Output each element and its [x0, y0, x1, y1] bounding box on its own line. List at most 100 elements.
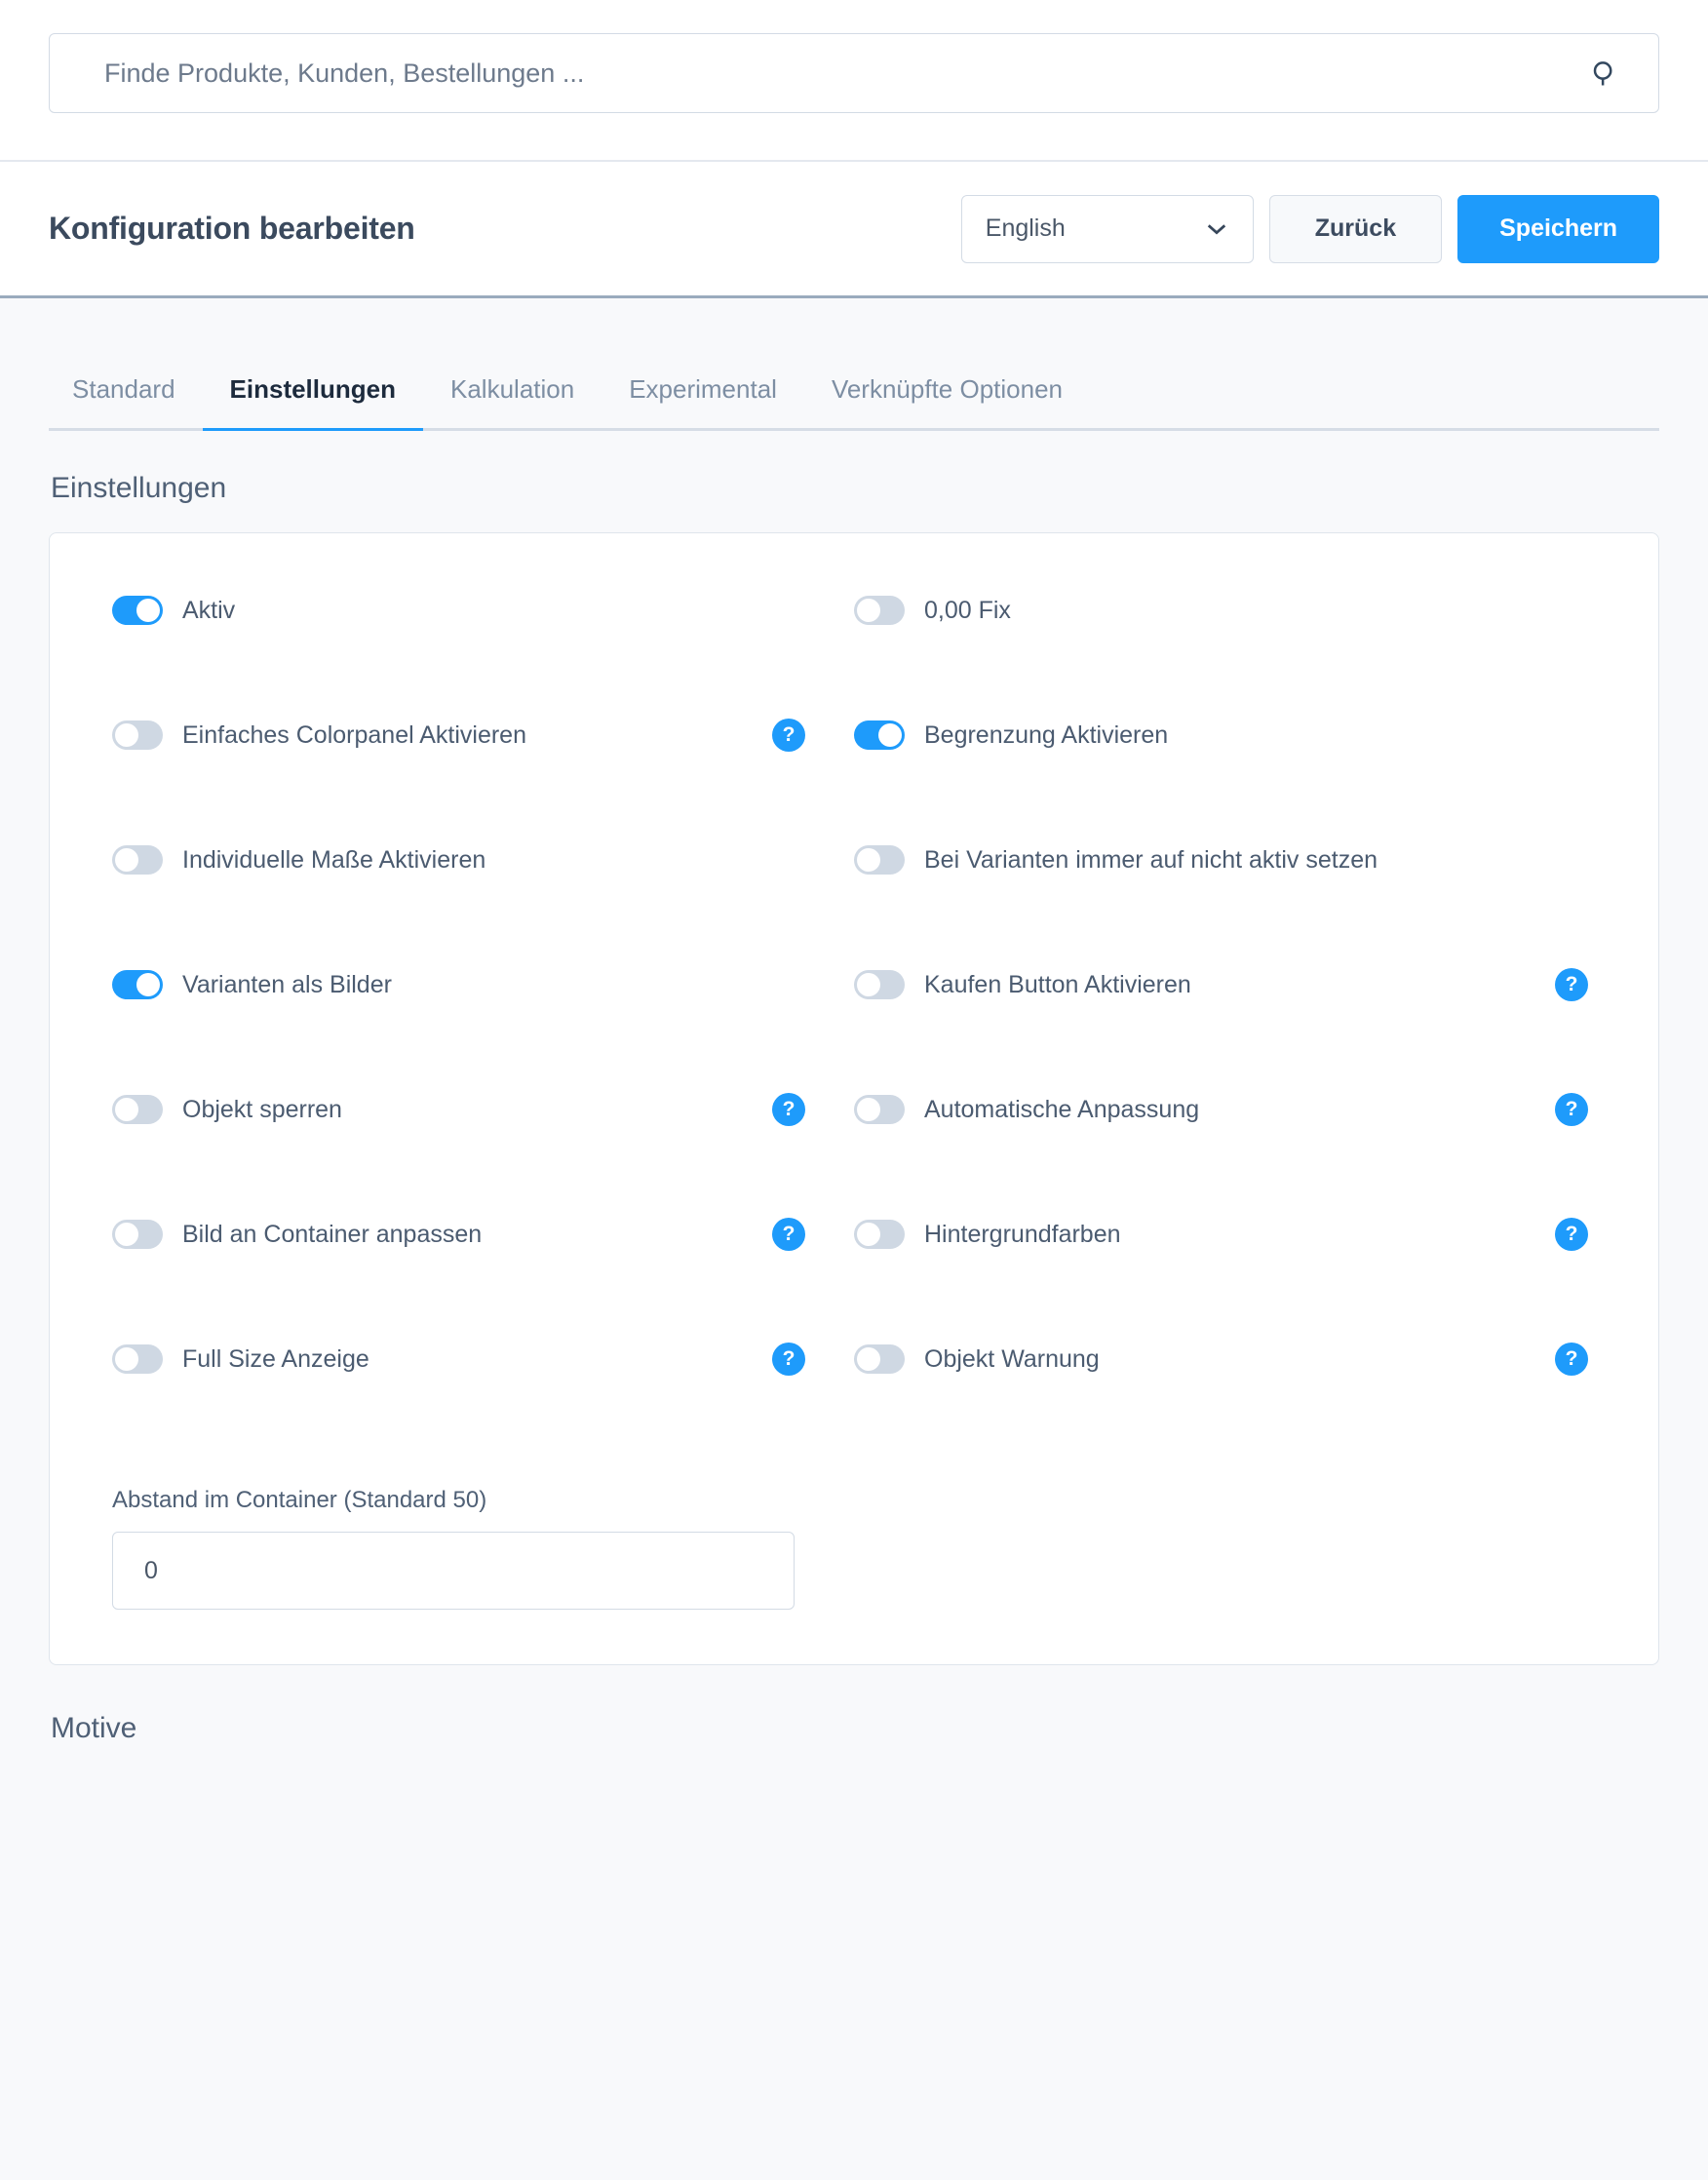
- bottom-section-heading: Motive: [51, 1712, 137, 1744]
- spacing-field-group: Abstand im Container (Standard 50): [112, 1487, 1596, 1610]
- help-icon[interactable]: ?: [1555, 968, 1588, 1001]
- toggle-label: Individuelle Maße Aktivieren: [182, 845, 486, 874]
- toggle-knob: [136, 599, 160, 622]
- help-icon[interactable]: ?: [1555, 1093, 1588, 1126]
- tab-bar: Standard Einstellungen Kalkulation Exper…: [49, 374, 1659, 431]
- settings-toggle-cell-right: Begrenzung Aktivieren: [854, 720, 1596, 750]
- tab-experimental[interactable]: Experimental: [602, 374, 804, 428]
- header-actions: English Zurück Speichern: [960, 194, 1659, 263]
- toggle-switch[interactable]: [112, 1095, 163, 1124]
- toggle-group: Bild an Container anpassen: [112, 1220, 482, 1249]
- settings-toggle-grid: Aktiv 0,00 Fix Einfaches Colorpanel Aktivi…: [112, 596, 1596, 1469]
- toggle-label: Full Size Anzeige: [182, 1344, 369, 1373]
- tab-kalkulation[interactable]: Kalkulation: [423, 374, 602, 428]
- toggle-knob: [857, 848, 880, 872]
- toggle-label: Bild an Container anpassen: [182, 1220, 483, 1248]
- search-input[interactable]: [50, 34, 1658, 112]
- toggle-knob: [115, 723, 138, 747]
- help-icon[interactable]: ?: [1555, 1343, 1588, 1376]
- toggle-switch[interactable]: [854, 1095, 905, 1124]
- settings-toggle-cell-right: Objekt Warnung?: [854, 1343, 1596, 1376]
- settings-toggle-cell-left: Full Size Anzeige?: [112, 1343, 854, 1376]
- toggle-group: 0,00 Fix: [854, 596, 1011, 625]
- language-select-value: English: [985, 214, 1066, 242]
- toggle-group: Individuelle Maße Aktivieren: [112, 845, 485, 875]
- toggle-group: Objekt sperren: [112, 1095, 342, 1124]
- toggle-label: Automatische Anpassung: [924, 1095, 1200, 1123]
- settings-toggle-cell-left: Einfaches Colorpanel Aktivieren?: [112, 719, 854, 752]
- toggle-switch[interactable]: [854, 970, 905, 999]
- page-header: Konfiguration bearbeiten English Zurück …: [0, 162, 1708, 298]
- settings-toggle-cell-right: Kaufen Button Aktivieren?: [854, 968, 1596, 1001]
- toggle-switch[interactable]: [112, 970, 163, 999]
- toggle-group: Varianten als Bilder: [112, 970, 392, 999]
- toggle-knob: [857, 1098, 880, 1121]
- toggle-switch[interactable]: [854, 845, 905, 875]
- settings-toggle-cell-left: Bild an Container anpassen?: [112, 1218, 854, 1251]
- toggle-group: Full Size Anzeige: [112, 1344, 369, 1374]
- spacing-input[interactable]: [112, 1532, 795, 1610]
- toggle-group: Einfaches Colorpanel Aktivieren: [112, 720, 526, 750]
- toggle-group: Hintergrundfarben: [854, 1220, 1121, 1249]
- toggle-group: Objekt Warnung: [854, 1344, 1100, 1374]
- toggle-label: Varianten als Bilder: [182, 970, 392, 998]
- help-icon[interactable]: ?: [772, 1218, 805, 1251]
- toggle-switch[interactable]: [112, 720, 163, 750]
- toggle-label: Kaufen Button Aktivieren: [924, 970, 1191, 998]
- toggle-knob: [136, 973, 160, 996]
- settings-toggle-cell-right: 0,00 Fix: [854, 596, 1596, 625]
- toggle-label: Einfaches Colorpanel Aktivieren: [182, 720, 526, 749]
- settings-toggle-cell-right: Hintergrundfarben?: [854, 1218, 1596, 1251]
- toggle-label: Bei Varianten immer auf nicht aktiv setz…: [924, 845, 1378, 874]
- back-button[interactable]: Zurück: [1268, 194, 1443, 263]
- global-search-bar: [0, 0, 1708, 162]
- toggle-label: 0,00 Fix: [924, 596, 1011, 624]
- toggle-knob: [115, 848, 138, 872]
- help-icon[interactable]: ?: [772, 1093, 805, 1126]
- settings-toggle-cell-right: Bei Varianten immer auf nicht aktiv setz…: [854, 845, 1596, 875]
- toggle-knob: [857, 599, 880, 622]
- section-heading: Einstellungen: [51, 472, 227, 504]
- settings-toggle-cell-left: Individuelle Maße Aktivieren: [112, 845, 854, 875]
- help-icon[interactable]: ?: [1555, 1218, 1588, 1251]
- toggle-label: Hintergrundfarben: [924, 1220, 1121, 1248]
- toggle-label: Objekt Warnung: [924, 1344, 1100, 1373]
- settings-card: Aktiv 0,00 Fix Einfaches Colorpanel Aktivi…: [49, 532, 1659, 1665]
- main-content: Standard Einstellungen Kalkulation Exper…: [0, 374, 1708, 1745]
- help-icon[interactable]: ?: [772, 719, 805, 752]
- settings-toggle-cell-left: Varianten als Bilder: [112, 970, 854, 999]
- tab-standard[interactable]: Standard: [49, 374, 203, 428]
- toggle-switch[interactable]: [854, 720, 905, 750]
- settings-toggle-row: Einfaches Colorpanel Aktivieren? Begrenzu…: [112, 719, 1596, 845]
- toggle-switch[interactable]: [112, 1220, 163, 1249]
- search-box[interactable]: [49, 33, 1659, 113]
- toggle-group: Begrenzung Aktivieren: [854, 720, 1168, 750]
- settings-toggle-row: Individuelle Maße Aktivieren Bei Variante…: [112, 845, 1596, 970]
- settings-toggle-cell-left: Objekt sperren?: [112, 1093, 854, 1126]
- toggle-knob: [878, 723, 902, 747]
- toggle-knob: [115, 1098, 138, 1121]
- settings-toggle-row: Full Size Anzeige? Objekt Warnung?: [112, 1343, 1596, 1469]
- settings-toggle-cell-right: Automatische Anpassung?: [854, 1093, 1596, 1126]
- toggle-knob: [115, 1347, 138, 1371]
- toggle-switch[interactable]: [854, 1344, 905, 1374]
- tab-verknuepfte-optionen[interactable]: Verknüpfte Optionen: [804, 374, 1090, 428]
- toggle-knob: [115, 1223, 138, 1246]
- toggle-label: Aktiv: [182, 596, 236, 624]
- help-icon[interactable]: ?: [772, 1343, 805, 1376]
- toggle-switch[interactable]: [854, 596, 905, 625]
- toggle-knob: [857, 973, 880, 996]
- toggle-label: Begrenzung Aktivieren: [924, 720, 1169, 749]
- toggle-switch[interactable]: [112, 1344, 163, 1374]
- toggle-switch[interactable]: [112, 845, 163, 875]
- tab-einstellungen[interactable]: Einstellungen: [202, 374, 424, 431]
- language-select[interactable]: English: [960, 194, 1254, 263]
- settings-toggle-row: Bild an Container anpassen? Hintergrundfa…: [112, 1218, 1596, 1344]
- toggle-knob: [857, 1223, 880, 1246]
- toggle-group: Kaufen Button Aktivieren: [854, 970, 1191, 999]
- save-button[interactable]: Speichern: [1457, 194, 1659, 263]
- toggle-switch[interactable]: [112, 596, 163, 625]
- settings-toggle-row: Aktiv 0,00 Fix: [112, 596, 1596, 720]
- toggle-label: Objekt sperren: [182, 1095, 342, 1123]
- toggle-switch[interactable]: [854, 1220, 905, 1249]
